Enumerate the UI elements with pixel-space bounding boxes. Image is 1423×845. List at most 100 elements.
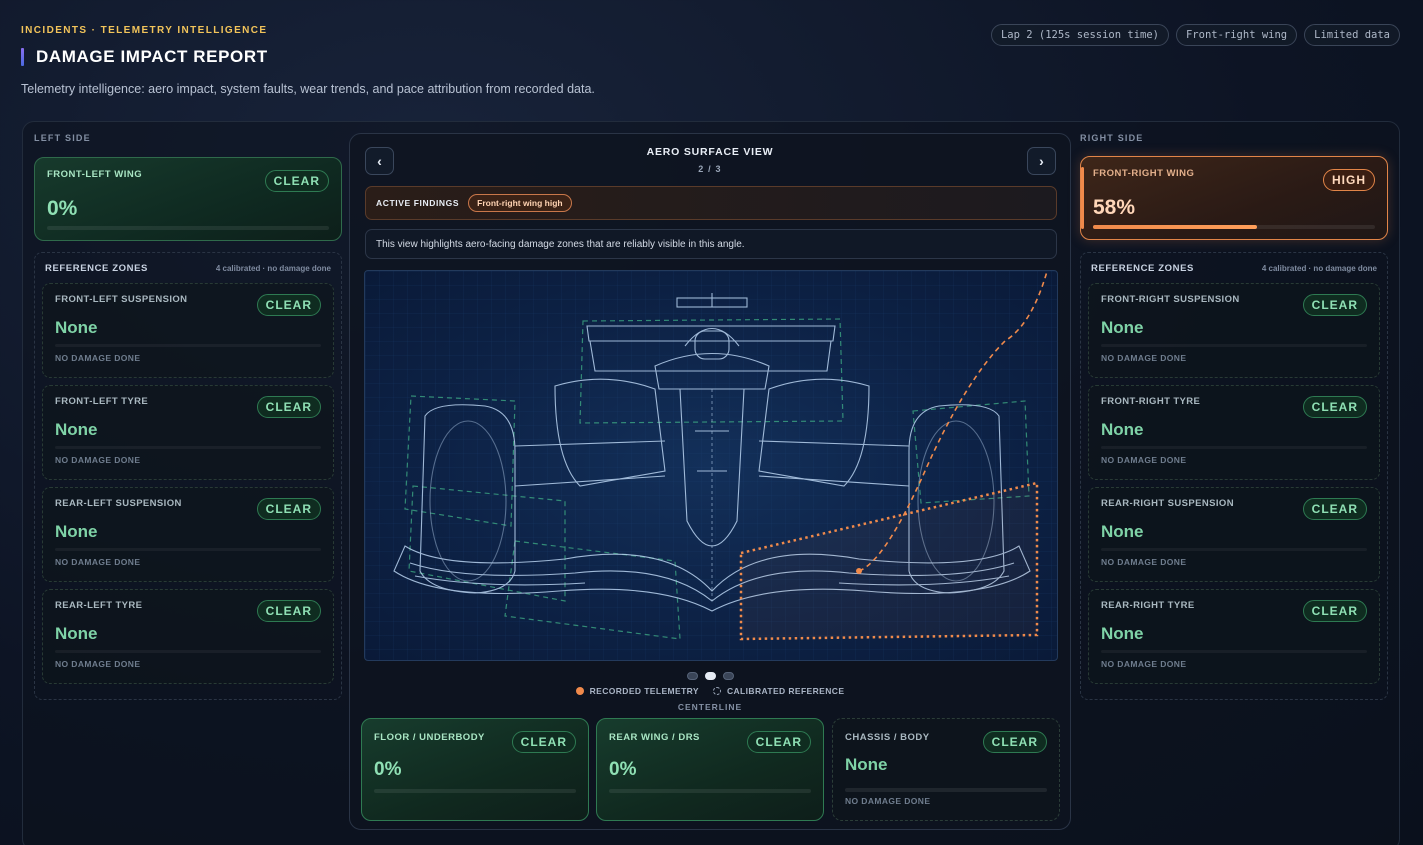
zone-bar bbox=[55, 548, 321, 551]
card-footnote: NO DAMAGE DONE bbox=[845, 796, 931, 806]
carousel-dot[interactable] bbox=[722, 672, 734, 680]
reference-swatch-icon bbox=[712, 687, 721, 695]
status-badge: CLEAR bbox=[1302, 498, 1367, 520]
zone-footnote: NO DAMAGE DONE bbox=[55, 353, 141, 363]
zone-value: None bbox=[1101, 522, 1144, 541]
status-badge: CLEAR bbox=[256, 396, 321, 418]
zone-rear-right-tyre[interactable]: REAR-RIGHT TYRE CLEAR None NO DAMAGE DON… bbox=[1088, 589, 1380, 684]
damage-bar bbox=[47, 226, 329, 230]
legend-recorded-label: RECORDED TELEMETRY bbox=[589, 686, 699, 696]
status-badge: CLEAR bbox=[256, 498, 321, 520]
status-badge: CLEAR bbox=[264, 170, 329, 192]
card-value: 58% bbox=[1093, 196, 1136, 219]
view-description: This view highlights aero-facing damage … bbox=[365, 229, 1057, 259]
zone-bar bbox=[55, 344, 321, 347]
zone-value: None bbox=[55, 522, 98, 541]
legend-reference: CALIBRATED REFERENCE bbox=[712, 686, 845, 696]
page-title-row: DAMAGE IMPACT REPORT bbox=[21, 47, 268, 67]
centerline-label: CENTERLINE bbox=[677, 702, 743, 712]
zone-bar bbox=[55, 446, 321, 449]
zone-footnote: NO DAMAGE DONE bbox=[1101, 455, 1187, 465]
zone-front-right-suspension[interactable]: FRONT-RIGHT SUSPENSION CLEAR None NO DAM… bbox=[1088, 283, 1380, 378]
aero-view-panel: ‹ › AERO SURFACE VIEW 2 / 3 ACTIVE FINDI… bbox=[349, 133, 1071, 830]
zone-front-right-tyre[interactable]: FRONT-RIGHT TYRE CLEAR None NO DAMAGE DO… bbox=[1088, 385, 1380, 480]
car-blueprint-canvas[interactable] bbox=[364, 270, 1058, 661]
zone-front-left-tyre[interactable]: FRONT-LEFT TYRE CLEAR None NO DAMAGE DON… bbox=[42, 385, 334, 480]
right-reference-zones: REFERENCE ZONES 4 calibrated · no damage… bbox=[1080, 252, 1388, 700]
damage-bar bbox=[609, 789, 811, 793]
rear-wing-drs-card[interactable]: REAR WING / DRS CLEAR 0% bbox=[596, 718, 824, 821]
zone-rear-right-suspension[interactable]: REAR-RIGHT SUSPENSION CLEAR None NO DAMA… bbox=[1088, 487, 1380, 582]
zone-bar bbox=[1101, 650, 1367, 653]
status-badge: CLEAR bbox=[511, 731, 576, 753]
title-accent-bar bbox=[21, 48, 24, 66]
card-value: 0% bbox=[609, 759, 637, 780]
zone-footnote: NO DAMAGE DONE bbox=[55, 659, 141, 669]
page-title: DAMAGE IMPACT REPORT bbox=[36, 47, 268, 66]
impact-point bbox=[856, 568, 862, 574]
ref-note: 4 calibrated · no damage done bbox=[215, 263, 331, 273]
ref-title: REFERENCE ZONES bbox=[1091, 262, 1194, 274]
zone-rear-left-tyre[interactable]: REAR-LEFT TYRE CLEAR None NO DAMAGE DONE bbox=[42, 589, 334, 684]
car-blueprint-svg bbox=[365, 271, 1057, 660]
card-value: None bbox=[845, 755, 888, 774]
zone-bar bbox=[1101, 446, 1367, 449]
chip-session-time[interactable]: Lap 2 (125s session time) bbox=[990, 24, 1169, 46]
zone-value: None bbox=[55, 318, 98, 337]
card-value: 0% bbox=[374, 759, 402, 780]
chip-focus-zone[interactable]: Front-right wing bbox=[1175, 24, 1298, 46]
status-badge: CLEAR bbox=[1302, 294, 1367, 316]
zone-footnote: NO DAMAGE DONE bbox=[1101, 557, 1187, 567]
context-chips: Lap 2 (125s session time) Front-right wi… bbox=[990, 24, 1400, 46]
findings-label: ACTIVE FINDINGS bbox=[376, 198, 460, 208]
legend-recorded: RECORDED TELEMETRY bbox=[575, 686, 699, 696]
zone-value: None bbox=[1101, 318, 1144, 337]
ref-title: REFERENCE ZONES bbox=[45, 262, 148, 274]
damage-bar bbox=[374, 789, 576, 793]
zone-bar bbox=[1101, 344, 1367, 347]
zone-front-left-suspension[interactable]: FRONT-LEFT SUSPENSION CLEAR None NO DAMA… bbox=[42, 283, 334, 378]
status-badge: CLEAR bbox=[1302, 600, 1367, 622]
zone-value: None bbox=[55, 420, 98, 439]
zone-rear-left-suspension[interactable]: REAR-LEFT SUSPENSION CLEAR None NO DAMAG… bbox=[42, 487, 334, 582]
recorded-swatch-icon bbox=[575, 687, 584, 695]
status-badge: CLEAR bbox=[1302, 396, 1367, 418]
status-badge: HIGH bbox=[1323, 169, 1375, 191]
zone-value: None bbox=[55, 624, 98, 643]
active-findings-bar: ACTIVE FINDINGS Front-right wing high bbox=[365, 186, 1057, 220]
status-badge: CLEAR bbox=[256, 600, 321, 622]
legend-reference-label: CALIBRATED REFERENCE bbox=[726, 686, 845, 696]
severity-accent bbox=[1081, 167, 1084, 229]
status-badge: CLEAR bbox=[746, 731, 811, 753]
chip-data-quality[interactable]: Limited data bbox=[1304, 24, 1400, 46]
carousel-dot[interactable] bbox=[686, 672, 698, 680]
left-reference-zones: REFERENCE ZONES 4 calibrated · no damage… bbox=[34, 252, 342, 700]
page-subtitle: Telemetry intelligence: aero impact, sys… bbox=[21, 82, 595, 96]
zone-bar bbox=[1101, 548, 1367, 551]
zone-footnote: NO DAMAGE DONE bbox=[1101, 659, 1187, 669]
zone-footnote: NO DAMAGE DONE bbox=[1101, 353, 1187, 363]
view-title: AERO SURFACE VIEW bbox=[646, 146, 774, 158]
zone-value: None bbox=[1101, 420, 1144, 439]
status-badge: CLEAR bbox=[982, 731, 1047, 753]
view-page-indicator: 2 / 3 bbox=[698, 164, 722, 174]
zone-footnote: NO DAMAGE DONE bbox=[55, 557, 141, 567]
right-side-label: RIGHT SIDE bbox=[1080, 133, 1144, 143]
section-eyebrow: INCIDENTS · TELEMETRY INTELLIGENCE bbox=[21, 25, 268, 36]
ref-note: 4 calibrated · no damage done bbox=[1261, 263, 1377, 273]
chassis-body-card[interactable]: CHASSIS / BODY CLEAR None NO DAMAGE DONE bbox=[832, 718, 1060, 821]
left-side-label: LEFT SIDE bbox=[34, 133, 91, 143]
card-value: 0% bbox=[47, 197, 78, 220]
floor-underbody-card[interactable]: FLOOR / UNDERBODY CLEAR 0% bbox=[361, 718, 589, 821]
finding-pill[interactable]: Front-right wing high bbox=[468, 194, 572, 212]
ref-header: REFERENCE ZONES 4 calibrated · no damage… bbox=[42, 253, 334, 283]
damage-bar-fill bbox=[1093, 225, 1257, 229]
status-badge: CLEAR bbox=[256, 294, 321, 316]
front-right-wing-card[interactable]: FRONT-RIGHT WING 58% HIGH bbox=[1080, 156, 1388, 240]
zone-footnote: NO DAMAGE DONE bbox=[55, 455, 141, 465]
zone-bar bbox=[55, 650, 321, 653]
carousel-dots bbox=[350, 672, 1070, 680]
front-left-wing-card[interactable]: FRONT-LEFT WING 0% CLEAR bbox=[34, 157, 342, 241]
carousel-dot-active[interactable] bbox=[704, 672, 716, 680]
damage-bar bbox=[1093, 225, 1375, 229]
